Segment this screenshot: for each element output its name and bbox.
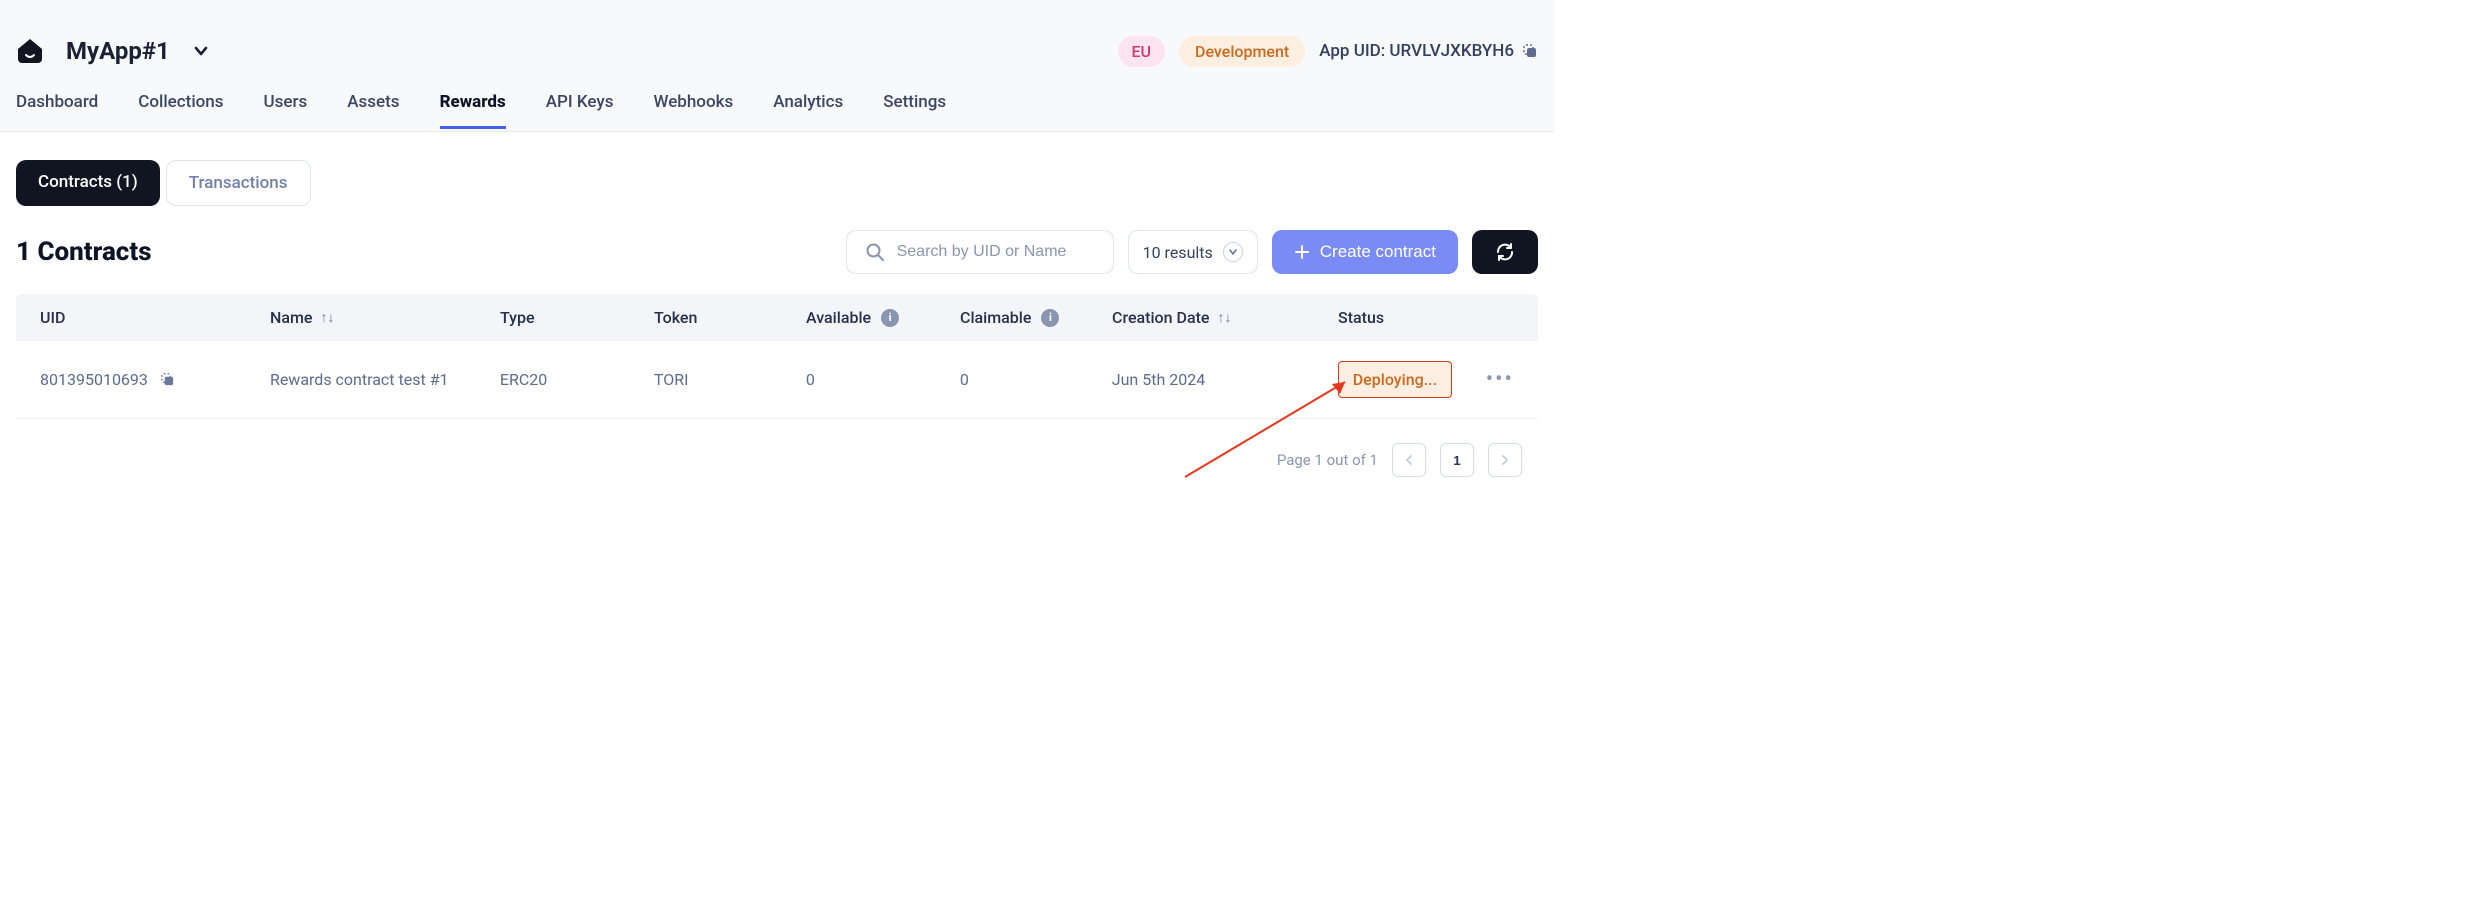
subtab-transactions[interactable]: Transactions: [166, 160, 311, 206]
copy-icon[interactable]: [160, 372, 175, 387]
header-row: 1 Contracts 10 results Create contract: [16, 230, 1538, 274]
th-status: Status: [1338, 308, 1486, 327]
topbar-left: MyApp#1: [16, 37, 210, 65]
refresh-button[interactable]: [1472, 230, 1538, 274]
pagination-summary: Page 1 out of 1: [1277, 451, 1378, 469]
search-icon: [865, 242, 885, 262]
app-name: MyApp#1: [66, 37, 170, 65]
subtab-contracts[interactable]: Contracts (1): [16, 160, 160, 206]
results-label: 10 results: [1143, 243, 1213, 262]
nav-dashboard[interactable]: Dashboard: [16, 92, 98, 129]
nav-assets[interactable]: Assets: [347, 92, 399, 129]
nav-apikeys[interactable]: API Keys: [546, 92, 614, 129]
sort-icon: ↑↓: [320, 309, 334, 326]
page-number-button[interactable]: 1: [1440, 443, 1474, 477]
info-icon[interactable]: i: [1041, 309, 1059, 327]
th-uid: UID: [40, 308, 270, 327]
search-input[interactable]: [897, 243, 1095, 261]
row-name: Rewards contract test #1: [270, 370, 500, 389]
th-name-label: Name: [270, 308, 312, 327]
plus-icon: [1294, 244, 1310, 260]
th-creation-date[interactable]: Creation Date ↑↓: [1112, 308, 1338, 327]
th-date-label: Creation Date: [1112, 308, 1209, 327]
app-switcher-chevron-icon[interactable]: [192, 42, 210, 60]
nav-settings[interactable]: Settings: [883, 92, 946, 129]
copy-icon[interactable]: [1522, 43, 1538, 59]
nav-tabs: Dashboard Collections Users Assets Rewar…: [0, 80, 1554, 132]
create-label: Create contract: [1320, 242, 1436, 262]
page-prev-button[interactable]: [1392, 443, 1426, 477]
subtabs: Contracts (1) Transactions: [16, 160, 1538, 206]
row-claimable: 0: [960, 370, 1112, 389]
content: Contracts (1) Transactions 1 Contracts 1…: [0, 132, 1554, 501]
environment-badge: Development: [1179, 36, 1305, 67]
contracts-table: UID Name ↑↓ Type Token Available i Claim…: [16, 294, 1538, 419]
row-date: Jun 5th 2024: [1112, 370, 1338, 389]
app-uid-label: App UID: URVLVJXKBYH6: [1319, 41, 1514, 61]
search-box[interactable]: [846, 230, 1114, 274]
refresh-icon: [1494, 241, 1516, 263]
results-selector[interactable]: 10 results: [1128, 230, 1258, 274]
pagination: Page 1 out of 1 1: [16, 419, 1538, 501]
th-claimable: Claimable i: [960, 308, 1112, 327]
page-next-button[interactable]: [1488, 443, 1522, 477]
row-token: TORI: [654, 370, 806, 389]
page-title: 1 Contracts: [16, 237, 152, 267]
create-contract-button[interactable]: Create contract: [1272, 230, 1458, 274]
th-token: Token: [654, 308, 806, 327]
nav-analytics[interactable]: Analytics: [773, 92, 843, 129]
row-actions-menu[interactable]: •••: [1486, 367, 1514, 392]
row-uid: 801395010693: [40, 370, 148, 389]
chevron-down-icon: [1223, 242, 1243, 262]
row-type: ERC20: [500, 370, 654, 389]
nav-users[interactable]: Users: [264, 92, 308, 129]
topbar-right: EU Development App UID: URVLVJXKBYH6: [1118, 36, 1539, 67]
th-available-label: Available: [806, 308, 871, 327]
topbar: MyApp#1 EU Development App UID: URVLVJXK…: [0, 0, 1554, 80]
th-available: Available i: [806, 308, 960, 327]
app-logo-icon: [16, 37, 44, 65]
th-claimable-label: Claimable: [960, 308, 1031, 327]
th-name[interactable]: Name ↑↓: [270, 308, 500, 327]
status-badge: Deploying...: [1338, 361, 1452, 398]
nav-rewards[interactable]: Rewards: [440, 92, 506, 129]
th-type: Type: [500, 308, 654, 327]
nav-collections[interactable]: Collections: [138, 92, 223, 129]
nav-webhooks[interactable]: Webhooks: [653, 92, 733, 129]
table-row[interactable]: 801395010693 Rewards contract test #1 ER…: [16, 341, 1538, 419]
sort-icon: ↑↓: [1217, 309, 1231, 326]
controls: 10 results Create contract: [846, 230, 1538, 274]
info-icon[interactable]: i: [881, 309, 899, 327]
app-uid[interactable]: App UID: URVLVJXKBYH6: [1319, 41, 1538, 61]
table-header: UID Name ↑↓ Type Token Available i Claim…: [16, 294, 1538, 341]
row-available: 0: [806, 370, 960, 389]
region-badge: EU: [1118, 36, 1166, 67]
